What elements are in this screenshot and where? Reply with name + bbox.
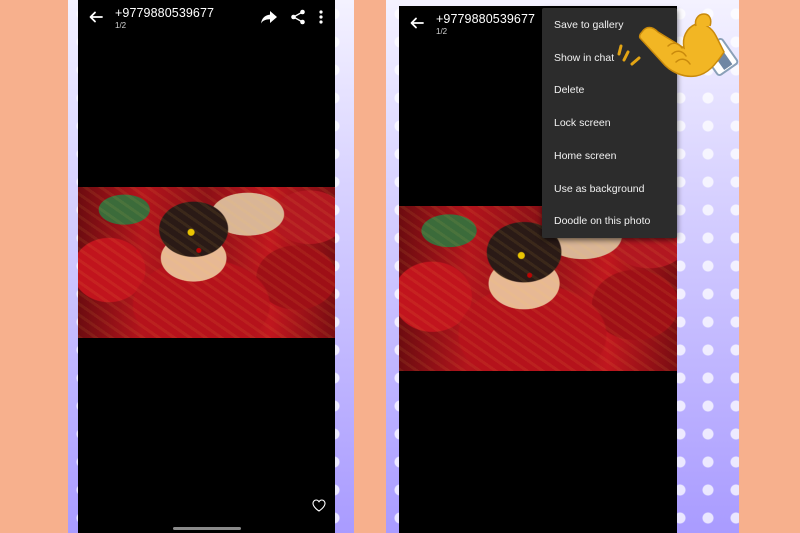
menu-item-show-in-chat[interactable]: Show in chat [554, 52, 614, 64]
left-phone-screen: +9779880539677 1/2 [78, 0, 335, 533]
menu-item-use-as-background[interactable]: Use as background [554, 183, 644, 195]
contact-number-title: +9779880539677 [436, 12, 536, 26]
menu-item-doodle-on-photo[interactable]: Doodle on this photo [554, 215, 650, 227]
share-icon[interactable] [290, 9, 306, 25]
image-viewer-toolbar: +9779880539677 1/2 [78, 0, 335, 38]
menu-item-delete[interactable]: Delete [554, 84, 584, 96]
tutorial-stage: +9779880539677 1/2 +9779880539677 1/2 Sa… [0, 0, 800, 533]
home-indicator [173, 527, 241, 530]
image-counter: 1/2 [436, 27, 448, 36]
menu-item-home-screen[interactable]: Home screen [554, 150, 616, 162]
pointing-hand-icon [617, 13, 739, 78]
back-arrow-icon[interactable] [409, 15, 425, 31]
more-vert-icon[interactable] [318, 9, 324, 25]
image-counter: 1/2 [115, 21, 127, 30]
contact-number-title: +9779880539677 [115, 6, 215, 20]
shared-photo[interactable] [78, 187, 335, 338]
heart-icon[interactable] [312, 499, 326, 512]
back-arrow-icon[interactable] [88, 9, 104, 25]
forward-icon[interactable] [260, 9, 278, 25]
menu-item-lock-screen[interactable]: Lock screen [554, 117, 611, 129]
